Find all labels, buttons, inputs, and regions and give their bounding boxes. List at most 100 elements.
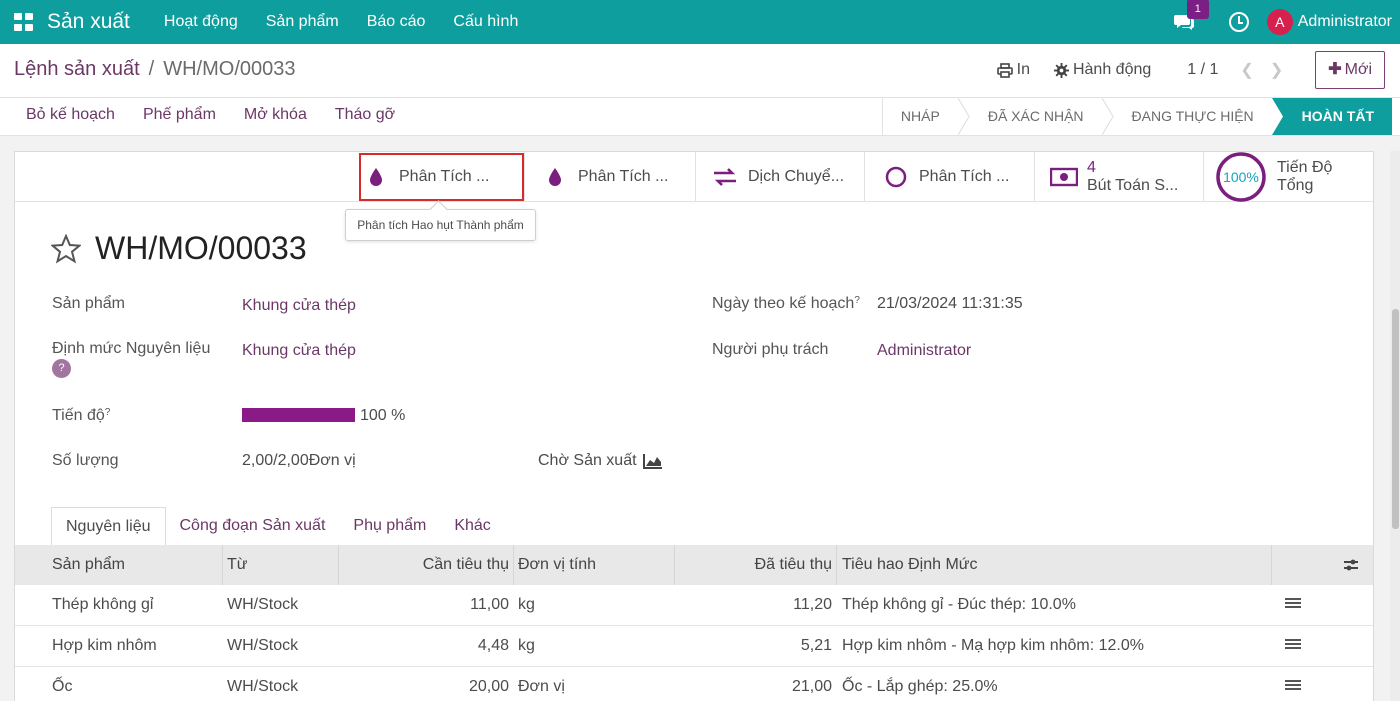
- product-label: Sản phẩm: [52, 295, 125, 312]
- bom-label: Định mức Nguyên liệu: [52, 340, 211, 357]
- column-divider: [222, 545, 223, 585]
- unlock-button[interactable]: Mở khóa: [244, 106, 307, 124]
- smart-button-label: Phân Tích ...: [399, 168, 490, 185]
- table-row[interactable]: Ốc WH/Stock 20,00 Đơn vị 21,00 Ốc - Lắp …: [15, 667, 1373, 701]
- print-label: In: [1016, 61, 1030, 78]
- smart-button-finished-scrap-analysis[interactable]: Phân Tích ...: [359, 153, 524, 201]
- stage-confirmed[interactable]: ĐÃ XÁC NHẬN: [970, 98, 1102, 135]
- smart-button-moves[interactable]: Dịch Chuyể...: [695, 152, 864, 202]
- menu-bao-cao[interactable]: Báo cáo: [367, 13, 426, 31]
- activity-clock-icon[interactable]: [1228, 12, 1249, 32]
- planned-date-help-mark[interactable]: ?: [854, 295, 860, 306]
- breadcrumb-current: WH/MO/00033: [163, 58, 296, 80]
- stage-draft[interactable]: NHÁP: [883, 98, 958, 135]
- chat-count-badge: 1: [1186, 0, 1209, 19]
- progress-label-text: Tiến độ: [52, 407, 105, 424]
- breadcrumb-parent[interactable]: Lệnh sản xuất: [14, 58, 140, 81]
- pager-prev-icon[interactable]: ❮: [1240, 60, 1253, 80]
- cell-to-consume: 11,00: [470, 596, 509, 613]
- new-button[interactable]: ✚ Mới: [1315, 51, 1385, 89]
- scrap-button[interactable]: Phế phẩm: [143, 106, 216, 124]
- tab-miscellaneous[interactable]: Khác: [440, 507, 504, 547]
- drop-icon: [540, 167, 570, 187]
- bom-help-icon[interactable]: ?: [52, 359, 71, 378]
- progress-value: 100 %: [360, 407, 406, 424]
- cell-from: WH/Stock: [227, 637, 299, 654]
- smart-button-overall-progress[interactable]: 100% Tiến Độ Tổng: [1203, 152, 1373, 202]
- menu-cau-hinh[interactable]: Cấu hình: [453, 13, 518, 31]
- action-button[interactable]: Hành động: [1053, 61, 1151, 79]
- cell-uom: kg: [518, 596, 535, 613]
- detail-list-icon[interactable]: [1285, 680, 1301, 693]
- pager-next-icon[interactable]: ❯: [1270, 60, 1283, 80]
- table-row[interactable]: Hợp kim nhôm WH/Stock 4,48 kg 5,21 Hợp k…: [15, 626, 1373, 667]
- tab-by-products[interactable]: Phụ phẩm: [339, 507, 440, 547]
- cell-uom: kg: [518, 637, 535, 654]
- col-to-consume[interactable]: Cần tiêu thụ: [423, 545, 509, 585]
- smart-button-component-scrap-analysis[interactable]: Phân Tích ...: [524, 152, 695, 202]
- print-icon: [996, 62, 1013, 78]
- stage-chevron-icon: [1271, 98, 1284, 135]
- progress-help-mark[interactable]: ?: [105, 407, 111, 418]
- progress-circle-icon: 100%: [1216, 152, 1266, 202]
- record-name: WH/MO/00033: [95, 230, 307, 266]
- unbuild-button[interactable]: Tháo gỡ: [335, 106, 395, 124]
- quantity-value: 2,00/2,00Đơn vị: [242, 452, 356, 469]
- progress-bar: [242, 408, 355, 422]
- tab-components[interactable]: Nguyên liệu: [51, 507, 166, 547]
- smart-button-journal-entries[interactable]: 4 Bút Toán S...: [1034, 152, 1203, 202]
- smart-button-label: Phân Tích ...: [919, 168, 1010, 185]
- responsible-value[interactable]: Administrator: [877, 342, 971, 360]
- waiting-production-label: Chờ Sản xuất: [538, 452, 637, 469]
- col-uom[interactable]: Đơn vị tính: [518, 545, 596, 585]
- header-buttons: Bỏ kế hoạch Phế phẩm Mở khóa Tháo gỡ: [12, 106, 409, 124]
- smart-button-box: Phân Tích ... Phân Tích ... Dịch Chuyể..…: [15, 152, 1373, 202]
- apps-grid-icon[interactable]: [14, 13, 34, 31]
- table-row[interactable]: Thép không gỉ WH/Stock 11,00 kg 11,20 Th…: [15, 585, 1373, 626]
- area-chart-icon[interactable]: [643, 453, 663, 469]
- table-header: Sản phẩm Từ Cần tiêu thụ Đơn vị tính Đã …: [15, 545, 1373, 585]
- user-name[interactable]: Administrator: [1298, 13, 1392, 31]
- smart-button-analysis[interactable]: Phân Tích ...: [864, 152, 1034, 202]
- print-button[interactable]: In: [996, 61, 1030, 79]
- col-consumed[interactable]: Đã tiêu thụ: [755, 545, 832, 585]
- page-scrollbar[interactable]: [1390, 151, 1400, 701]
- menu-san-pham[interactable]: Sản phẩm: [266, 13, 339, 31]
- app-name[interactable]: Sản xuất: [47, 10, 130, 34]
- col-bom-consumption[interactable]: Tiêu hao Định Mức: [842, 545, 978, 585]
- new-label: Mới: [1344, 61, 1372, 78]
- menu-hoat-dong[interactable]: Hoạt động: [164, 13, 238, 31]
- breadcrumb: Lệnh sản xuất / WH/MO/00033: [14, 58, 295, 81]
- detail-list-icon[interactable]: [1285, 639, 1301, 652]
- star-icon[interactable]: [51, 233, 81, 264]
- optional-columns-icon[interactable]: [1343, 557, 1359, 573]
- scrollbar-thumb[interactable]: [1392, 309, 1399, 529]
- tab-work-orders[interactable]: Công đoạn Sản xuất: [166, 507, 340, 547]
- responsible-label: Người phụ trách: [712, 341, 829, 358]
- cell-product: Hợp kim nhôm: [52, 637, 157, 654]
- unplan-button[interactable]: Bỏ kế hoạch: [26, 106, 115, 124]
- user-avatar[interactable]: A: [1266, 9, 1293, 35]
- column-divider: [674, 545, 675, 585]
- stage-in-progress[interactable]: ĐANG THỰC HIỆN: [1114, 98, 1272, 135]
- cell-consumed: 11,20: [793, 596, 832, 613]
- col-product[interactable]: Sản phẩm: [52, 545, 125, 585]
- exchange-arrows-icon: [710, 167, 740, 187]
- top-navbar: Sản xuất Hoạt động Sản phẩm Báo cáo Cấu …: [0, 0, 1400, 44]
- stage-chevron-icon: [1101, 98, 1114, 135]
- top-menu: Hoạt động Sản phẩm Báo cáo Cấu hình: [150, 13, 532, 31]
- chat-icon[interactable]: 1: [1173, 0, 1209, 31]
- control-panel: Lệnh sản xuất / WH/MO/00033 In Hành động…: [0, 44, 1400, 98]
- col-from[interactable]: Từ: [227, 545, 247, 585]
- column-divider: [1271, 545, 1272, 585]
- stage-done[interactable]: HOÀN TẤT: [1283, 98, 1392, 135]
- smart-button-label: Phân Tích ...: [578, 168, 669, 185]
- control-actions: In Hành động 1 / 1 ❮ ❯ ✚ Mới: [996, 51, 1385, 89]
- product-value[interactable]: Khung cửa thép: [242, 297, 356, 315]
- detail-list-icon[interactable]: [1285, 598, 1301, 611]
- bom-value[interactable]: Khung cửa thép: [242, 342, 356, 360]
- cell-consumed: 21,00: [791, 678, 832, 695]
- pager-value[interactable]: 1 / 1: [1187, 61, 1218, 79]
- cell-uom: Đơn vị: [518, 678, 565, 695]
- cell-from: WH/Stock: [227, 596, 299, 613]
